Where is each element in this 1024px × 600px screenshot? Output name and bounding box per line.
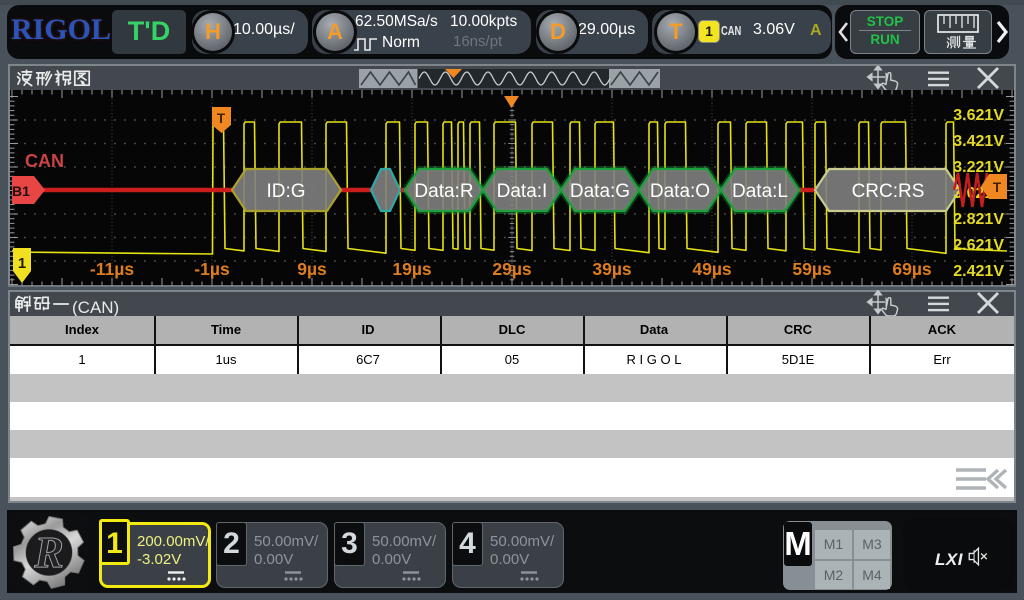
svg-text:Data:L: Data:L bbox=[732, 181, 788, 202]
svg-text:Data:R: Data:R bbox=[414, 181, 473, 202]
svg-text:39µs: 39µs bbox=[592, 259, 632, 279]
svg-text:49µs: 49µs bbox=[692, 259, 732, 279]
svg-text:T: T bbox=[993, 180, 1002, 195]
svg-text:2.421V: 2.421V bbox=[953, 263, 1004, 280]
svg-text:R: R bbox=[33, 528, 63, 577]
svg-text:Data:I: Data:I bbox=[497, 181, 548, 202]
svg-text:9µs: 9µs bbox=[297, 259, 327, 279]
svg-text:3.221V: 3.221V bbox=[953, 159, 1004, 176]
svg-text:3.621V: 3.621V bbox=[953, 107, 1004, 124]
svg-text:29µs: 29µs bbox=[492, 259, 532, 279]
svg-text:19µs: 19µs bbox=[392, 259, 432, 279]
svg-text:2.621V: 2.621V bbox=[953, 237, 1004, 254]
svg-text:ID:G: ID:G bbox=[266, 181, 305, 202]
svg-text:3.421V: 3.421V bbox=[953, 133, 1004, 150]
svg-text:Data:O: Data:O bbox=[650, 181, 710, 202]
svg-text:59µs: 59µs bbox=[792, 259, 832, 279]
svg-text:69µs: 69µs bbox=[892, 259, 932, 279]
svg-text:Data:G: Data:G bbox=[570, 181, 630, 202]
svg-text:2.821V: 2.821V bbox=[953, 211, 1004, 228]
svg-text:CRC:RS: CRC:RS bbox=[852, 181, 925, 202]
